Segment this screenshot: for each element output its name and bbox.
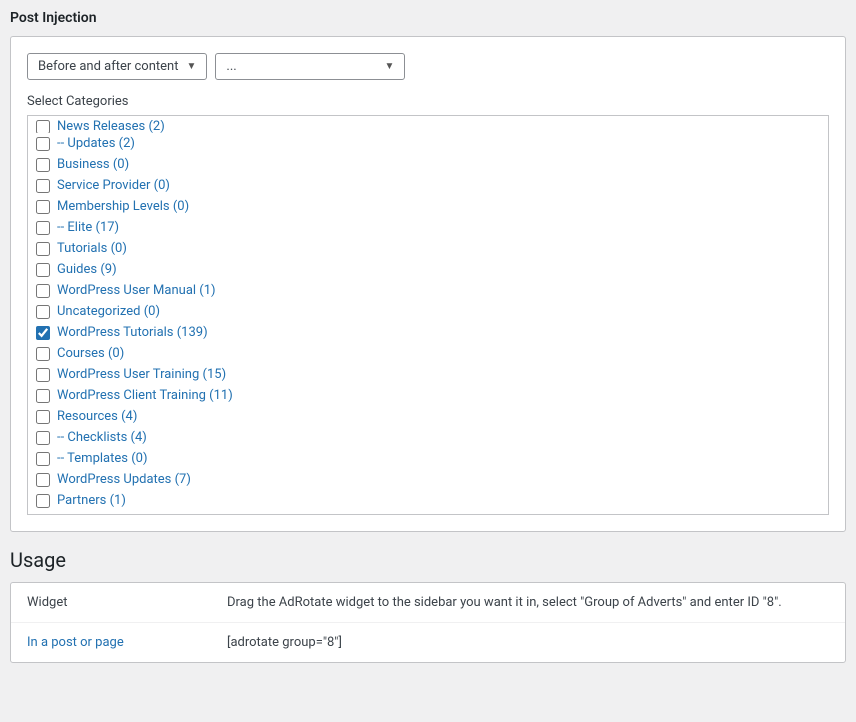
category-checkbox[interactable] xyxy=(36,120,50,133)
category-checkbox[interactable] xyxy=(36,431,50,445)
list-item: -- Templates (0) xyxy=(28,448,828,469)
category-checkbox[interactable] xyxy=(36,326,50,340)
section-title: Post Injection xyxy=(10,10,846,26)
category-checkbox[interactable] xyxy=(36,347,50,361)
dropdown-row: Before and after content ▼ ... ▼ xyxy=(27,53,829,80)
category-label[interactable]: Guides (9) xyxy=(57,262,117,277)
list-item: WordPress User Training (15) xyxy=(28,364,828,385)
category-label[interactable]: Courses (0) xyxy=(57,346,124,361)
list-item: WordPress User Manual (1) xyxy=(28,280,828,301)
list-item: Service Provider (0) xyxy=(28,175,828,196)
post-injection-card: Before and after content ▼ ... ▼ Select … xyxy=(10,36,846,532)
category-checkbox[interactable] xyxy=(36,452,50,466)
list-item: Video Training Pack (10) xyxy=(28,511,828,515)
category-label[interactable]: Service Provider (0) xyxy=(57,178,170,193)
list-item: Courses (0) xyxy=(28,343,828,364)
category-label[interactable]: Partners (1) xyxy=(57,493,126,508)
list-item: -- Checklists (4) xyxy=(28,427,828,448)
secondary-dropdown[interactable]: ... ▼ xyxy=(215,53,405,80)
list-item: Membership Levels (0) xyxy=(28,196,828,217)
category-checkbox[interactable] xyxy=(36,137,50,151)
list-item: Business (0) xyxy=(28,154,828,175)
list-item: WordPress Client Training (11) xyxy=(28,385,828,406)
usage-row-post-page-row: In a post or page [adrotate group="8"] xyxy=(11,623,845,662)
category-label[interactable]: WordPress User Manual (1) xyxy=(57,283,216,298)
categories-list-container[interactable]: News Releases (2) -- Updates (2) Business… xyxy=(27,115,829,515)
category-checkbox[interactable] xyxy=(36,263,50,277)
chevron-down-icon-2: ▼ xyxy=(384,61,394,72)
list-item: Partners (1) xyxy=(28,490,828,511)
category-checkbox[interactable] xyxy=(36,515,50,516)
category-label[interactable]: Resources (4) xyxy=(57,409,137,424)
before-after-dropdown-label: Before and after content xyxy=(38,59,178,74)
usage-row-value: Drag the AdRotate widget to the sidebar … xyxy=(227,595,829,610)
usage-row-label: Widget xyxy=(27,595,227,610)
list-item: Uncategorized (0) xyxy=(28,301,828,322)
usage-title: Usage xyxy=(10,548,846,572)
category-label[interactable]: WordPress Client Training (11) xyxy=(57,388,233,403)
category-checkbox[interactable] xyxy=(36,158,50,172)
category-checkbox[interactable] xyxy=(36,305,50,319)
chevron-down-icon: ▼ xyxy=(186,61,196,72)
category-label[interactable]: -- Checklists (4) xyxy=(57,430,147,445)
select-categories-label: Select Categories xyxy=(27,94,829,109)
categories-list: News Releases (2) -- Updates (2) Business… xyxy=(28,116,828,515)
category-label[interactable]: -- Elite (17) xyxy=(57,220,119,235)
category-checkbox[interactable] xyxy=(36,200,50,214)
category-checkbox[interactable] xyxy=(36,410,50,424)
category-label[interactable]: Uncategorized (0) xyxy=(57,304,160,319)
list-item: -- Elite (17) xyxy=(28,217,828,238)
list-item: WordPress Tutorials (139) xyxy=(28,322,828,343)
category-label[interactable]: WordPress User Training (15) xyxy=(57,367,226,382)
category-checkbox[interactable] xyxy=(36,368,50,382)
category-checkbox[interactable] xyxy=(36,473,50,487)
category-label[interactable]: News Releases (2) xyxy=(57,120,165,133)
before-after-dropdown[interactable]: Before and after content ▼ xyxy=(27,53,207,80)
usage-row-label-link[interactable]: In a post or page xyxy=(27,635,124,650)
category-label[interactable]: Tutorials (0) xyxy=(57,241,127,256)
category-checkbox[interactable] xyxy=(36,494,50,508)
list-item: WordPress Updates (7) xyxy=(28,469,828,490)
category-checkbox[interactable] xyxy=(36,284,50,298)
category-checkbox[interactable] xyxy=(36,179,50,193)
category-label[interactable]: Video Training Pack (10) xyxy=(57,514,198,515)
usage-card: WidgetDrag the AdRotate widget to the si… xyxy=(10,582,846,663)
category-label[interactable]: Business (0) xyxy=(57,157,129,172)
category-checkbox[interactable] xyxy=(36,221,50,235)
list-item: Guides (9) xyxy=(28,259,828,280)
category-checkbox[interactable] xyxy=(36,242,50,256)
list-item: Tutorials (0) xyxy=(28,238,828,259)
category-label[interactable]: -- Templates (0) xyxy=(57,451,147,466)
category-label[interactable]: Membership Levels (0) xyxy=(57,199,189,214)
category-label[interactable]: WordPress Updates (7) xyxy=(57,472,191,487)
list-item: News Releases (2) xyxy=(28,120,828,133)
list-item: Resources (4) xyxy=(28,406,828,427)
category-checkbox[interactable] xyxy=(36,389,50,403)
category-label[interactable]: -- Updates (2) xyxy=(57,136,135,151)
list-item: -- Updates (2) xyxy=(28,133,828,154)
category-label[interactable]: WordPress Tutorials (139) xyxy=(57,325,208,340)
usage-row-label: In a post or page xyxy=(27,635,227,650)
page-wrapper: Post Injection Before and after content … xyxy=(0,0,856,722)
usage-row-value: [adrotate group="8"] xyxy=(227,635,829,650)
usage-row-widget-row: WidgetDrag the AdRotate widget to the si… xyxy=(11,583,845,623)
secondary-dropdown-label: ... xyxy=(226,59,236,74)
